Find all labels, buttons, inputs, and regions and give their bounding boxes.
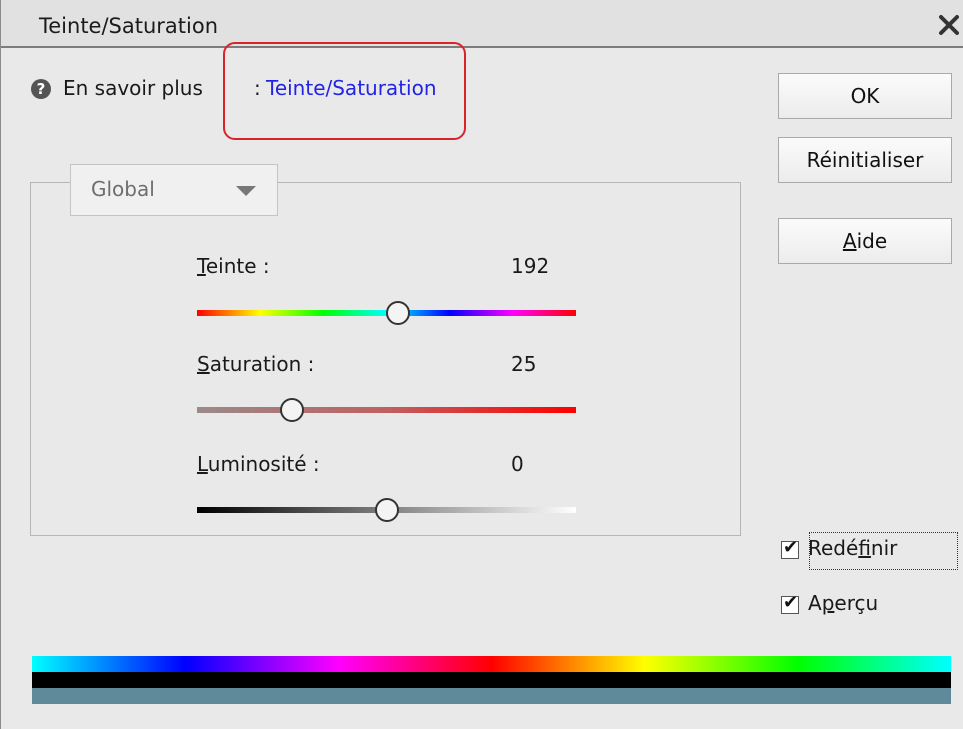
check-icon: ✔ bbox=[783, 592, 799, 613]
saturation-label: Saturation : bbox=[197, 352, 314, 376]
help-button[interactable]: Aide bbox=[778, 218, 952, 264]
luminosity-label-rest: uminosité : bbox=[207, 452, 320, 476]
colorize-label-post: inir bbox=[870, 536, 898, 560]
luminosity-value[interactable]: 0 bbox=[511, 452, 524, 476]
channel-select-value: Global bbox=[91, 177, 155, 201]
input-spectrum-bar bbox=[32, 656, 951, 672]
hue-label-rest: einte : bbox=[205, 254, 270, 278]
title-bar[interactable]: Teinte/Saturation bbox=[1, 0, 963, 48]
question-icon[interactable]: ? bbox=[31, 79, 51, 99]
preview-label[interactable]: Aperçu bbox=[808, 591, 878, 615]
hue-saturation-dialog: Teinte/Saturation ? En savoir plus : Tei… bbox=[0, 0, 963, 729]
colorize-label[interactable]: Redéfinir bbox=[808, 536, 897, 560]
reset-button[interactable]: Réinitialiser bbox=[778, 137, 952, 183]
colorize-checkbox[interactable]: ✔ bbox=[781, 537, 799, 559]
help-prefix: En savoir plus bbox=[63, 76, 203, 100]
saturation-label-accel: S bbox=[197, 352, 210, 376]
help-button-rest: ide bbox=[856, 229, 888, 253]
ok-button[interactable]: OK bbox=[778, 73, 952, 119]
close-icon[interactable] bbox=[936, 12, 962, 38]
output-spectrum-bar bbox=[32, 688, 951, 704]
preview-checkbox[interactable]: ✔ bbox=[781, 592, 799, 614]
hue-label: Teinte : bbox=[197, 254, 270, 278]
preview-label-accel: p bbox=[821, 591, 835, 615]
preview-label-pre: A bbox=[808, 591, 822, 615]
luminosity-label: Luminosité : bbox=[197, 452, 320, 476]
window-title: Teinte/Saturation bbox=[39, 14, 219, 38]
check-icon: ✔ bbox=[783, 537, 799, 558]
colorize-label-accel: f bbox=[858, 536, 871, 560]
saturation-value[interactable]: 25 bbox=[511, 352, 536, 376]
saturation-label-rest: aturation : bbox=[209, 352, 315, 376]
hue-label-accel: T bbox=[197, 254, 206, 278]
saturation-slider-track[interactable] bbox=[197, 407, 576, 413]
channel-select[interactable]: Global bbox=[70, 164, 278, 216]
hue-value[interactable]: 192 bbox=[511, 254, 549, 278]
colorize-label-pre: Redé bbox=[808, 536, 859, 560]
annotation-highlight bbox=[223, 42, 466, 140]
spectrum-divider bbox=[32, 672, 951, 688]
luminosity-slider-thumb[interactable] bbox=[374, 498, 399, 522]
adjustment-group bbox=[30, 182, 741, 536]
saturation-slider-thumb[interactable] bbox=[279, 398, 304, 422]
hue-slider-thumb[interactable] bbox=[385, 301, 410, 325]
luminosity-label-accel: L bbox=[197, 452, 208, 476]
preview-label-post: erçu bbox=[834, 591, 879, 615]
help-button-accel: A bbox=[842, 229, 857, 253]
chevron-down-icon bbox=[236, 186, 256, 196]
